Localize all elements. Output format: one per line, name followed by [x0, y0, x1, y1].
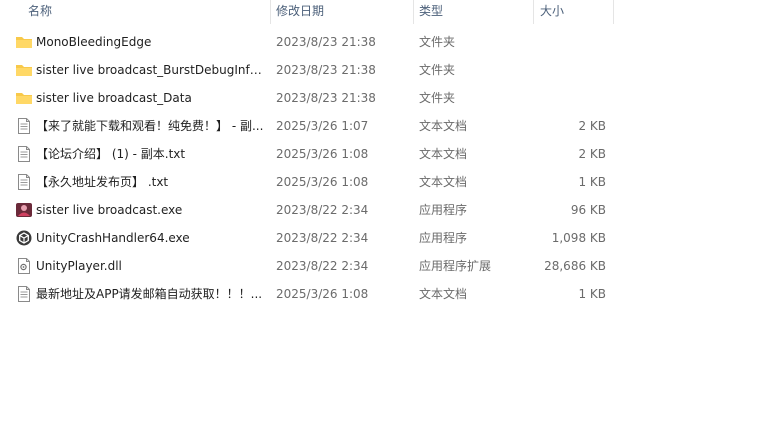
file-name: 【论坛介绍】 (1) - 副本.txt: [36, 147, 186, 161]
app-exe-icon: [15, 202, 33, 218]
column-header-size[interactable]: 大小: [540, 0, 612, 24]
file-name: sister live broadcast.exe: [36, 203, 183, 217]
column-divider[interactable]: [533, 0, 534, 24]
file-size: 2 KB: [578, 147, 606, 161]
file-name: MonoBleedingEdge: [36, 35, 152, 49]
file-name: 最新地址及APP请发邮箱自动获取！！！...: [36, 287, 263, 301]
column-header-name[interactable]: 名称: [28, 0, 268, 24]
file-type: 文件夹: [419, 35, 456, 49]
file-type: 文本文档: [419, 175, 468, 189]
file-type: 应用程序扩展: [419, 259, 492, 273]
file-name: UnityCrashHandler64.exe: [36, 231, 190, 245]
file-row[interactable]: 【永久地址发布页】 .txt 2025/3/26 1:08 文本文档 1 KB: [0, 168, 759, 196]
column-header-date[interactable]: 修改日期: [276, 0, 412, 24]
file-date: 2025/3/26 1:07: [276, 119, 369, 133]
file-row[interactable]: UnityCrashHandler64.exe 2023/8/22 2:34 应用程…: [0, 224, 759, 252]
column-divider[interactable]: [613, 0, 614, 24]
column-divider[interactable]: [413, 0, 414, 24]
text-file-icon: [15, 118, 33, 134]
folder-icon: [15, 90, 33, 106]
file-row[interactable]: sister live broadcast_Data 2023/8/23 21:3…: [0, 84, 759, 112]
folder-icon: [15, 34, 33, 50]
file-size: [540, 28, 606, 56]
file-date: 2023/8/23 21:38: [276, 63, 376, 77]
file-size: [540, 56, 606, 84]
file-size: 1 KB: [578, 175, 606, 189]
file-date: 2023/8/22 2:34: [276, 231, 369, 245]
text-file-icon: [15, 286, 33, 302]
file-type: 文件夹: [419, 63, 456, 77]
unity-icon: [15, 230, 33, 246]
column-header-type[interactable]: 类型: [419, 0, 533, 24]
file-size: 96 KB: [570, 203, 606, 217]
file-row[interactable]: sister live broadcast.exe 2023/8/22 2:34 应…: [0, 196, 759, 224]
file-size: 1,098 KB: [551, 231, 606, 245]
file-row[interactable]: MonoBleedingEdge 2023/8/23 21:38 文件夹: [0, 28, 759, 56]
file-type: 文本文档: [419, 287, 468, 301]
file-size: 2 KB: [578, 119, 606, 133]
dll-file-icon: [15, 258, 33, 274]
file-row[interactable]: 【来了就能下载和观看！纯免费！】 - 副... 2025/3/26 1:07 文本文…: [0, 112, 759, 140]
file-name: sister live broadcast_Data: [36, 91, 192, 105]
file-date: 2025/3/26 1:08: [276, 175, 369, 189]
file-name: 【永久地址发布页】 .txt: [36, 175, 169, 189]
folder-icon: [15, 62, 33, 78]
file-name: sister live broadcast_BurstDebugInfo...: [36, 63, 264, 77]
file-name: 【来了就能下载和观看！纯免费！】 - 副...: [36, 119, 264, 133]
file-date: 2023/8/22 2:34: [276, 259, 369, 273]
file-row[interactable]: 【论坛介绍】 (1) - 副本.txt 2025/3/26 1:08 文本文档 2 K…: [0, 140, 759, 168]
file-size: [540, 84, 606, 112]
file-type: 应用程序: [419, 203, 468, 217]
file-date: 2025/3/26 1:08: [276, 147, 369, 161]
file-row[interactable]: sister live broadcast_BurstDebugInfo... 2…: [0, 56, 759, 84]
file-type: 文件夹: [419, 91, 456, 105]
file-date: 2025/3/26 1:08: [276, 287, 369, 301]
text-file-icon: [15, 146, 33, 162]
column-header-bar: 名称 修改日期 类型 大小: [0, 0, 759, 24]
file-row[interactable]: 最新地址及APP请发邮箱自动获取！！！... 2025/3/26 1:08 文本文档…: [0, 280, 759, 308]
column-divider[interactable]: [270, 0, 271, 24]
file-size: 28,686 KB: [544, 259, 606, 273]
file-date: 2023/8/22 2:34: [276, 203, 369, 217]
file-date: 2023/8/23 21:38: [276, 91, 376, 105]
file-type: 文本文档: [419, 147, 468, 161]
text-file-icon: [15, 174, 33, 190]
file-type: 文本文档: [419, 119, 468, 133]
file-type: 应用程序: [419, 231, 468, 245]
file-row[interactable]: UnityPlayer.dll 2023/8/22 2:34 应用程序扩展 28,68…: [0, 252, 759, 280]
file-name: UnityPlayer.dll: [36, 259, 122, 273]
file-size: 1 KB: [578, 287, 606, 301]
file-date: 2023/8/23 21:38: [276, 35, 376, 49]
file-list: MonoBleedingEdge 2023/8/23 21:38 文件夹 sister…: [0, 28, 759, 308]
